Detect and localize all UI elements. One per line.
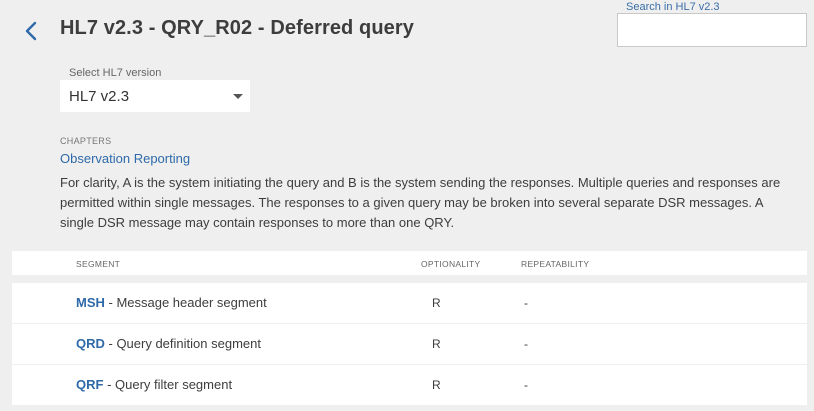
caret-down-icon — [233, 94, 243, 99]
segment-link-qrf[interactable]: QRF — [76, 377, 103, 392]
segment-description: - Query filter segment — [103, 377, 233, 392]
version-select-value: HL7 v2.3 — [69, 87, 130, 105]
chapter-link-observation-reporting[interactable]: Observation Reporting — [60, 151, 190, 166]
search-input[interactable] — [617, 13, 807, 47]
column-header-segment: SEGMENT — [76, 259, 121, 269]
chapter-description: For clarity, A is the system initiating … — [60, 175, 781, 230]
table-row: QRD - Query definition segment R - — [12, 324, 807, 364]
optionality-cell: R — [432, 296, 441, 310]
segment-description: - Query definition segment — [104, 336, 261, 351]
segment-link-msh[interactable]: MSH — [76, 295, 105, 310]
column-header-repeatability: REPEATABILITY — [521, 259, 590, 269]
repeatability-cell: - — [524, 337, 528, 351]
segment-description: - Message header segment — [104, 295, 267, 310]
table-header: SEGMENT OPTIONALITY REPEATABILITY — [12, 251, 807, 275]
optionality-cell: R — [432, 378, 441, 392]
table-row: MSH - Message header segment R - — [12, 283, 807, 323]
repeatability-cell: - — [524, 378, 528, 392]
back-button[interactable] — [18, 18, 44, 44]
segment-link-qrd[interactable]: QRD — [76, 336, 105, 351]
chapters-label: CHAPTERS — [60, 136, 112, 146]
version-select-label: Select HL7 version — [69, 67, 162, 79]
column-header-optionality: OPTIONALITY — [421, 259, 481, 269]
page: HL7 v2.3 - QRY_R02 - Deferred query Sear… — [0, 0, 814, 411]
table-row: QRF - Query filter segment R - — [12, 365, 807, 405]
version-select[interactable]: HL7 v2.3 — [60, 80, 250, 112]
segment-cell: QRF - Query filter segment — [76, 377, 232, 392]
page-title: HL7 v2.3 - QRY_R02 - Deferred query — [60, 17, 414, 39]
chevron-left-icon — [25, 21, 37, 41]
repeatability-cell: - — [524, 296, 528, 310]
search-label: Search in HL7 v2.3 — [626, 1, 720, 13]
optionality-cell: R — [432, 337, 441, 351]
segment-cell: QRD - Query definition segment — [76, 336, 261, 351]
segment-cell: MSH - Message header segment — [76, 295, 267, 310]
